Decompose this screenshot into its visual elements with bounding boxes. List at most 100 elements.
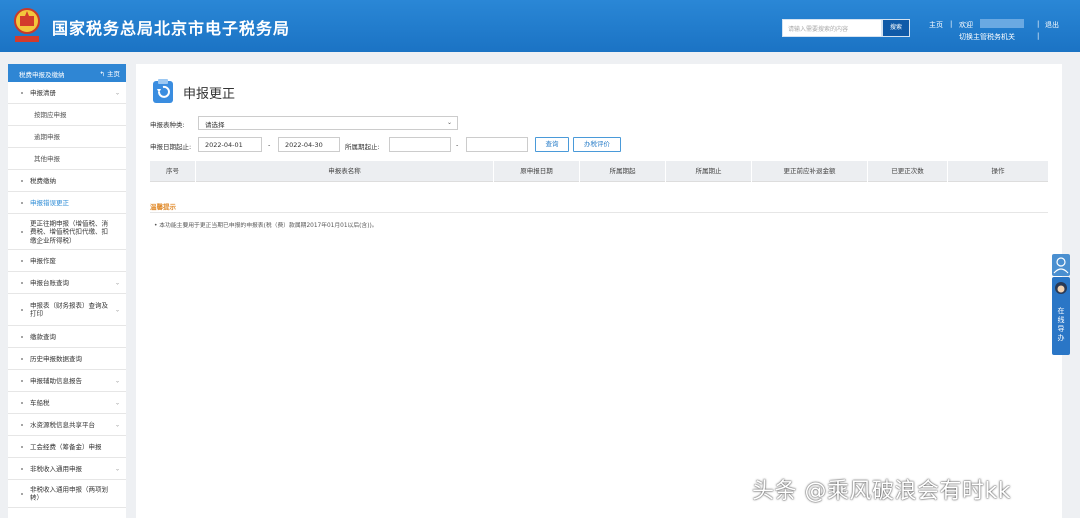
report-type-select[interactable]: 请选择 ⌄ xyxy=(198,116,458,130)
sidebar-item-label: 非税收入通用申报 xyxy=(30,464,82,473)
clipboard-refresh-icon xyxy=(153,79,173,103)
bullet-icon xyxy=(21,492,23,495)
site-title: 国家税务总局北京市电子税务局 xyxy=(52,19,291,38)
chevron-down-icon[interactable]: ⌄ xyxy=(115,399,120,406)
user-service-icon[interactable] xyxy=(1052,254,1070,276)
top-header: 国家税务总局北京市电子税务局 请输入需要搜索的内容 搜索 主页 | 欢迎 | 退… xyxy=(0,0,1080,52)
page-title: 申报更正 xyxy=(183,87,236,102)
sidebar-item-label: 申报错误更正 xyxy=(30,198,69,207)
sidebar-item[interactable]: 税费缴纳 xyxy=(8,170,126,192)
avatar-icon xyxy=(1055,282,1067,294)
bullet-icon xyxy=(21,335,23,338)
sidebar-item[interactable]: 申报错误更正 xyxy=(8,192,126,214)
home-link[interactable]: 主页 xyxy=(929,20,943,30)
chevron-down-icon[interactable]: ⌄ xyxy=(115,306,120,313)
bullet-icon xyxy=(21,201,23,204)
sidebar-item[interactable]: 申报清册 ⌄ xyxy=(8,82,126,104)
sidebar-item[interactable]: 车船税 ⌄ xyxy=(8,392,126,414)
logout-link[interactable]: 退出 xyxy=(1045,20,1059,30)
sidebar-item[interactable]: 申报辅助信息报告 ⌄ xyxy=(8,370,126,392)
sidebar-item[interactable]: 水资源税信息共享平台 ⌄ xyxy=(8,414,126,436)
evaluate-button[interactable]: 办税评价 xyxy=(573,137,621,152)
sidebar-item[interactable]: 工会经费（筹备金）申报 xyxy=(8,436,126,458)
declare-date-to-input[interactable]: 2022-04-30 xyxy=(278,137,340,152)
bullet-icon xyxy=(21,423,23,426)
sidebar-title: 税费申报及缴纳 xyxy=(19,71,65,79)
col-header: 序号 xyxy=(150,161,196,182)
sidebar-item-label: 税费缴纳 xyxy=(30,176,56,185)
chevron-down-icon[interactable]: ⌄ xyxy=(115,421,120,428)
sidebar-header: 税费申报及缴纳 ↰ 主页 xyxy=(8,64,126,82)
sidebar-item-label: 缴款查询 xyxy=(30,332,56,341)
date-dash: - xyxy=(268,141,271,149)
col-header: 申报表名称 xyxy=(196,161,494,182)
online-guide-label: 在线导办 xyxy=(1057,307,1065,342)
period-to-input[interactable] xyxy=(466,137,528,152)
sidebar-item-label: 非税收入通用申报（两项划转） xyxy=(30,485,108,502)
sidebar-item-label: 申报辅助信息报告 xyxy=(30,376,82,385)
period-from-input[interactable] xyxy=(389,137,451,152)
sidebar-item-label: 水资源税信息共享平台 xyxy=(30,420,95,429)
bullet-icon xyxy=(21,281,23,284)
bullet-icon xyxy=(21,379,23,382)
period-dash: - xyxy=(456,141,459,149)
search-button[interactable]: 搜索 xyxy=(882,19,910,37)
separator: | xyxy=(950,20,953,28)
declare-date-label: 申报日期起止: xyxy=(150,143,192,151)
col-header: 更正前应补退金额 xyxy=(752,161,868,182)
sidebar: 税费申报及缴纳 ↰ 主页 申报清册 ⌄ 按期应申报逾期申报其他申报税费缴纳申报错误更… xyxy=(8,64,126,518)
query-button[interactable]: 查询 xyxy=(535,137,569,152)
tips-title: 温馨提示 xyxy=(150,203,176,211)
chevron-down-icon[interactable]: ⌄ xyxy=(115,279,120,286)
sidebar-item[interactable]: 申报台账查询 ⌄ xyxy=(8,272,126,294)
online-guide-button[interactable]: 在线导办 xyxy=(1052,277,1070,355)
chevron-down-icon[interactable]: ⌄ xyxy=(115,89,120,96)
username-masked xyxy=(980,19,1024,28)
sidebar-item-label: 其他申报 xyxy=(34,154,60,163)
sidebar-item-label: 逾期申报 xyxy=(34,132,60,141)
bullet-icon xyxy=(21,357,23,360)
welcome-label: 欢迎 xyxy=(959,21,973,29)
sidebar-item-label: 申报台账查询 xyxy=(30,278,69,287)
declare-date-from-input[interactable]: 2022-04-01 xyxy=(198,137,262,152)
sidebar-home-link[interactable]: ↰ 主页 xyxy=(99,68,120,78)
col-header: 所属期止 xyxy=(666,161,752,182)
main-panel: 申报更正 申报表种类: 请选择 ⌄ 申报日期起止: 2022-04-01 - 2… xyxy=(136,64,1062,518)
chevron-down-icon[interactable]: ⌄ xyxy=(115,377,120,384)
sidebar-item-label: 历史申报数据查询 xyxy=(30,354,82,363)
sidebar-item-label: 更正往期申报（增值税、消费税、增值税代扣代缴、扣缴企业所得税） xyxy=(30,218,108,244)
bullet-icon xyxy=(21,179,23,182)
sidebar-item[interactable]: 历史申报数据查询 xyxy=(8,348,126,370)
bullet-icon xyxy=(21,401,23,404)
separator: | xyxy=(1037,20,1040,28)
divider xyxy=(150,212,1048,213)
bullet-icon xyxy=(21,308,23,311)
col-header: 已更正次数 xyxy=(868,161,948,182)
sidebar-item[interactable]: 逾期申报 xyxy=(8,126,126,148)
bullet-icon xyxy=(21,259,23,262)
bullet-icon xyxy=(21,467,23,470)
tips-text: • 本功能主要用于更正当期已申报的申报表(税（费）款属期2017年01月01以后… xyxy=(154,223,378,229)
sidebar-item[interactable]: 更正往期申报（增值税、消费税、增值税代扣代缴、扣缴企业所得税） xyxy=(8,214,126,250)
sidebar-item[interactable]: 按期应申报 xyxy=(8,104,126,126)
search-input[interactable]: 请输入需要搜索的内容 xyxy=(782,19,882,37)
sidebar-item[interactable]: 非税收入通用申报（两项划转） xyxy=(8,480,126,508)
sidebar-item-label: 按期应申报 xyxy=(34,110,67,119)
sidebar-item-label: 申报作废 xyxy=(30,256,56,265)
chevron-down-icon[interactable]: ⌄ xyxy=(115,465,120,472)
sidebar-item[interactable]: 非税收入通用申报 ⌄ xyxy=(8,458,126,480)
sidebar-item[interactable]: 申报表（财务报表）查询及打印 ⌄ xyxy=(8,294,126,326)
tax-bureau-emblem-icon xyxy=(14,8,40,42)
sidebar-item[interactable]: 缴款查询 xyxy=(8,326,126,348)
sidebar-item-label: 车船税 xyxy=(30,398,50,407)
results-table-header: 序号 申报表名称 原申报日期 所属期起 所属期止 更正前应补退金额 已更正次数 … xyxy=(150,161,1048,182)
col-header: 操作 xyxy=(991,167,1005,175)
period-label: 所属期起止: xyxy=(345,143,380,151)
sidebar-item[interactable]: 申报作废 xyxy=(8,250,126,272)
sidebar-item-label: 工会经费（筹备金）申报 xyxy=(30,442,102,451)
report-type-label: 申报表种类: xyxy=(150,121,185,129)
sidebar-item[interactable]: 其他申报 xyxy=(8,148,126,170)
sidebar-item-label: 申报表（财务报表）查询及打印 xyxy=(30,301,108,318)
switch-agency-link[interactable]: 切换主管税务机关 xyxy=(959,32,1015,42)
watermark: 头条 @乘风破浪会有时kk xyxy=(752,479,1011,504)
